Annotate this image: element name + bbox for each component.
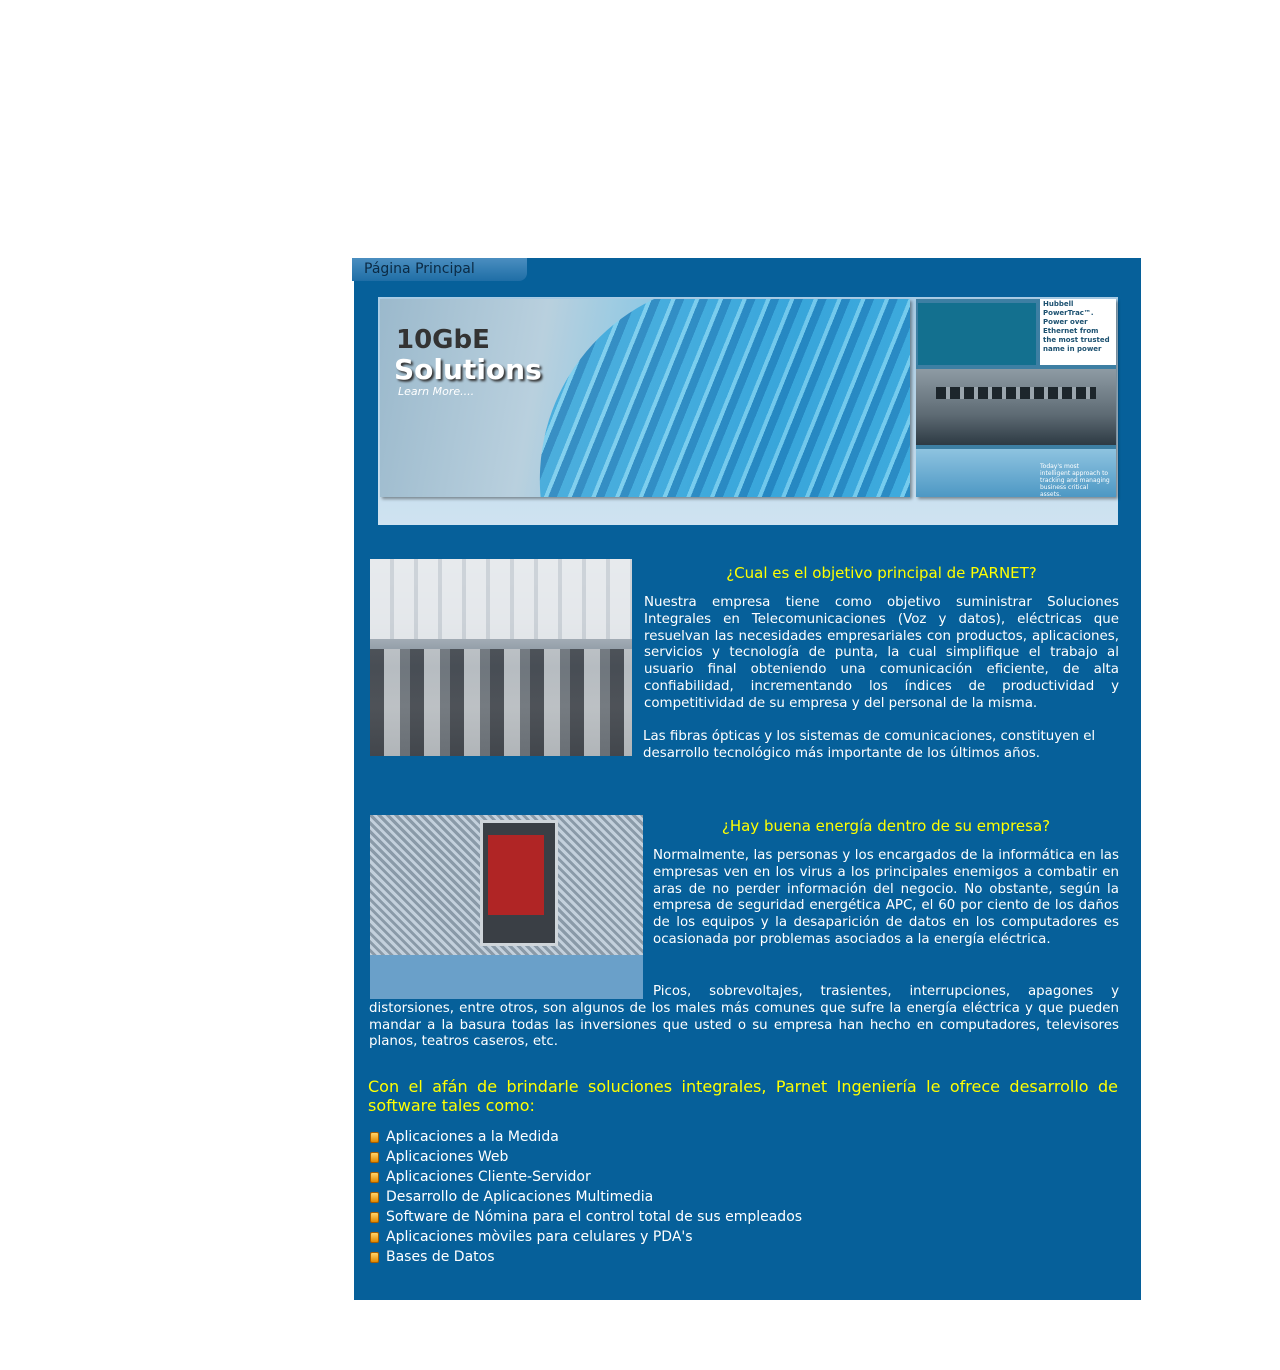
list-item: Aplicaciones Cliente-Servidor	[370, 1167, 802, 1187]
learn-more-link[interactable]: Learn More....	[398, 385, 474, 398]
services-intro: Con el afán de brindarle soluciones inte…	[368, 1077, 1118, 1115]
list-item: Aplicaciones Web	[370, 1147, 802, 1167]
bullet-icon	[370, 1151, 379, 1163]
tab-pagina-principal[interactable]: Página Principal	[352, 258, 527, 281]
list-item: Aplicaciones a la Medida	[370, 1127, 802, 1147]
list-item: Desarrollo de Aplicaciones Multimedia	[370, 1187, 802, 1207]
electrical-panel-photo	[370, 815, 643, 999]
section2-heading: ¿Hay buena energía dentro de su empresa?	[721, 817, 1051, 835]
banner-powertrac[interactable]: Hubbell PowerTrac™. Power over Ethernet …	[916, 299, 1116, 497]
office-photo	[370, 559, 632, 756]
banner-color-block	[918, 303, 1036, 365]
banner-10gbe[interactable]: 10GbE Solutions Learn More....	[380, 299, 910, 497]
powertrac-small-text: Today's most intelligent approach to tra…	[1040, 463, 1110, 497]
banner-title-line2: Solutions	[394, 353, 542, 386]
section1-paragraph2: Las fibras ópticas y los sistemas de com…	[643, 729, 1096, 761]
services-list: Aplicaciones a la Medida Aplicaciones We…	[370, 1127, 802, 1267]
network-switch-image	[916, 369, 1116, 445]
bullet-icon	[370, 1251, 379, 1263]
promo-banner[interactable]: 10GbE Solutions Learn More.... Hubbell P…	[378, 297, 1118, 525]
bullet-icon	[370, 1171, 379, 1183]
section1-heading: ¿Cual es el objetivo principal de PARNET…	[726, 564, 1037, 582]
section2-paragraph1: Normalmente, las personas y los encargad…	[653, 848, 1119, 947]
bullet-icon	[370, 1231, 379, 1243]
banner-title-line1: 10GbE	[396, 325, 490, 355]
list-item: Aplicaciones mòviles para celulares y PD…	[370, 1227, 802, 1247]
section1-paragraph1: Nuestra empresa tiene como objetivo sumi…	[644, 595, 1119, 711]
banner-lower: Today's most intelligent approach to tra…	[916, 449, 1116, 497]
cables-image	[513, 299, 910, 497]
list-item: Bases de Datos	[370, 1247, 802, 1267]
bullet-icon	[370, 1131, 379, 1143]
section2-paragraph2: Picos, sobrevoltajes, trasientes, interr…	[369, 984, 1119, 1050]
list-item: Software de Nómina para el control total…	[370, 1207, 802, 1227]
powertrac-text: Hubbell PowerTrac™. Power over Ethernet …	[1040, 299, 1116, 365]
bullet-icon	[370, 1211, 379, 1223]
bullet-icon	[370, 1191, 379, 1203]
